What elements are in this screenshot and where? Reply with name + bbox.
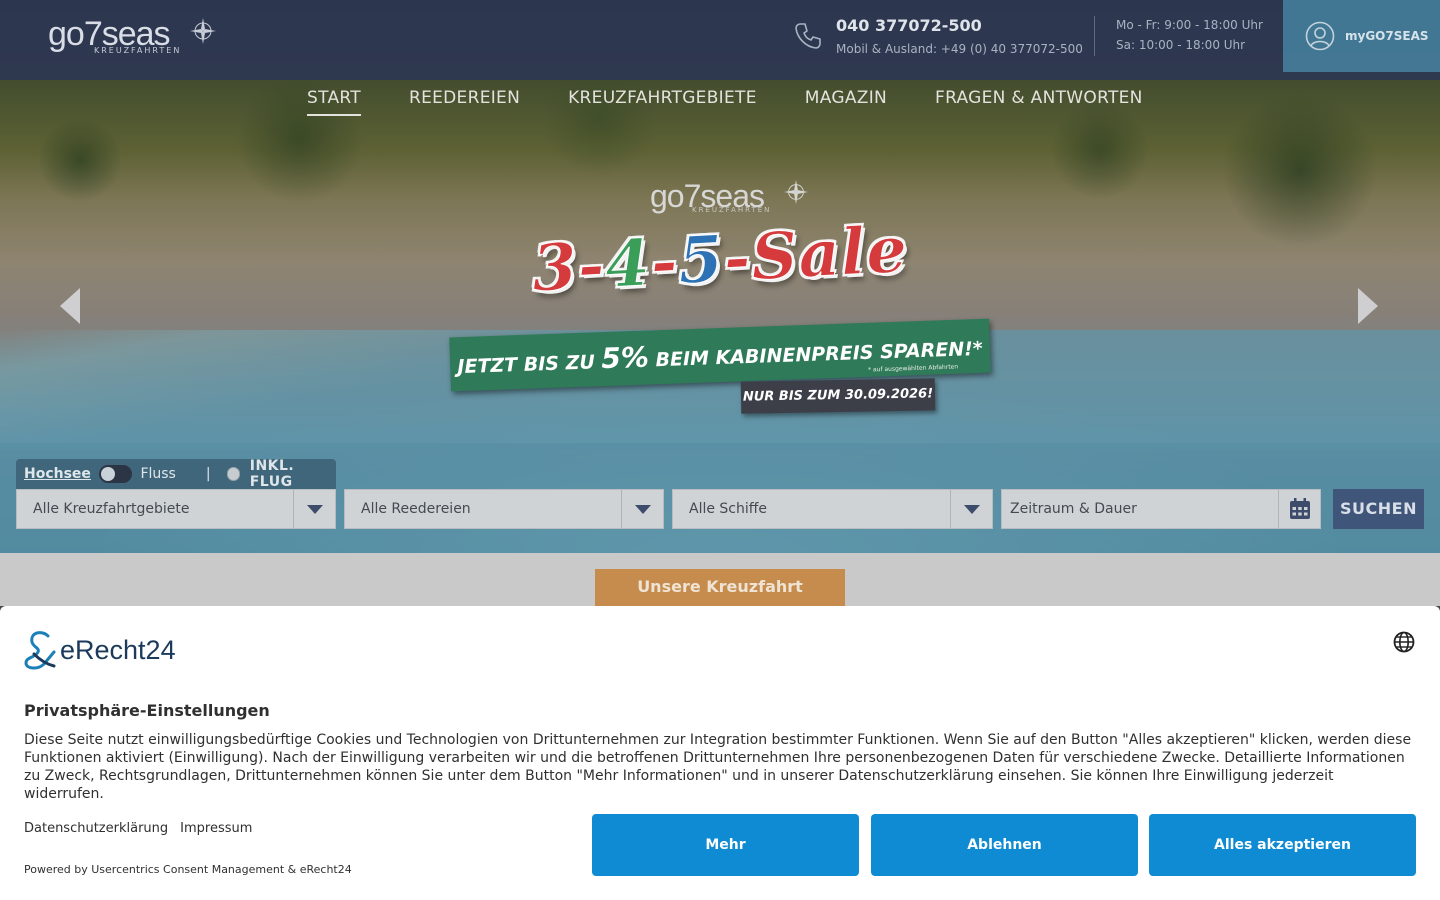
erecht24-logo: eRecht24 <box>24 630 176 670</box>
erecht24-mark-icon <box>24 631 56 670</box>
decline-button[interactable]: Ablehnen <box>871 814 1138 876</box>
account-button[interactable]: myGO7SEAS <box>1283 0 1440 72</box>
mode-river[interactable]: Fluss <box>140 466 175 482</box>
globe-language-icon[interactable] <box>1393 631 1415 653</box>
period-input-placeholder: Zeitraum & Dauer <box>1010 501 1137 517</box>
ship-select[interactable]: Alle Schiffe <box>672 489 993 529</box>
mode-toggle[interactable] <box>98 465 133 483</box>
period-input[interactable]: Zeitraum & Dauer <box>1001 489 1321 529</box>
incl-flight-label[interactable]: INKL. FLUG <box>250 458 336 490</box>
region-select-value: Alle Kreuzfahrtgebiete <box>33 501 190 517</box>
sale-dash: - <box>575 228 608 305</box>
slider-prev-icon[interactable] <box>56 286 84 326</box>
nav-item-faq[interactable]: FRAGEN & ANTWORTEN <box>935 88 1143 116</box>
offers-button[interactable]: Unsere Kreuzfahrt Angebote <box>595 569 845 632</box>
accept-all-button[interactable]: Alles akzeptieren <box>1149 814 1416 876</box>
chevron-down-icon[interactable] <box>621 490 663 528</box>
cruise-line-select-value: Alle Reedereien <box>361 501 471 517</box>
compass-rose-icon <box>784 180 808 204</box>
imprint-link[interactable]: Impressum <box>180 821 252 836</box>
user-icon <box>1305 21 1335 51</box>
main-navigation: START REEDEREIEN KREUZFAHRTGEBIETE MAGAZ… <box>307 88 1191 116</box>
mode-ocean[interactable]: Hochsee <box>24 466 91 482</box>
nav-item-magazin[interactable]: MAGAZIN <box>805 88 887 116</box>
opening-hours-weekday: Mo - Fr: 9:00 - 18:00 Uhr <box>1116 18 1263 32</box>
phone-number[interactable]: 040 377072-500 <box>836 16 982 35</box>
cruise-line-select[interactable]: Alle Reedereien <box>344 489 664 529</box>
chevron-down-icon[interactable] <box>950 490 992 528</box>
sale-digit-5: 5 <box>676 221 726 300</box>
nav-item-start[interactable]: START <box>307 88 361 116</box>
region-select[interactable]: Alle Kreuzfahrtgebiete <box>16 489 336 529</box>
sale-band-pre: JETZT BIS ZU <box>457 351 602 379</box>
search-mode-tabs: Hochsee Fluss | INKL. FLUG <box>16 458 336 490</box>
consent-links: Datenschutzerklärung Impressum <box>24 821 264 836</box>
erecht24-brand: eRecht24 <box>60 634 176 665</box>
slider-next-icon[interactable] <box>1354 286 1382 326</box>
sale-digit-3: 3 <box>530 229 580 307</box>
chevron-down-icon[interactable] <box>293 490 335 528</box>
consent-title: Privatsphäre-Einstellungen <box>24 701 270 720</box>
consent-text: Diese Seite nutzt einwilligungsbedürftig… <box>24 732 1412 802</box>
phone-international[interactable]: Mobil & Ausland: +49 (0) 40 377072-500 <box>836 42 1083 56</box>
search-button[interactable]: SUCHEN <box>1333 489 1424 529</box>
sale-band-percent: 5% <box>600 340 650 376</box>
ship-select-value: Alle Schiffe <box>689 501 768 517</box>
sale-dash: - <box>648 224 681 301</box>
nav-item-reedereien[interactable]: REEDEREIEN <box>409 88 520 116</box>
sale-deadline: NUR BIS ZUM 30.09.2026! <box>740 378 936 414</box>
promo-logo: go7seas KREUZFAHRTEN <box>650 178 808 215</box>
compass-rose-icon <box>190 18 216 44</box>
sale-digit-4: 4 <box>603 225 653 303</box>
opening-hours-saturday: Sa: 10:00 - 18:00 Uhr <box>1116 38 1246 52</box>
nav-item-kreuzfahrtgebiete[interactable]: KREUZFAHRTGEBIETE <box>568 88 757 116</box>
calendar-icon[interactable] <box>1278 490 1320 528</box>
phone-icon <box>795 23 821 49</box>
site-logo[interactable]: go7seas KREUZFAHRTEN <box>48 16 216 55</box>
privacy-policy-link[interactable]: Datenschutzerklärung <box>24 821 168 836</box>
consent-powered-by: Powered by Usercentrics Consent Manageme… <box>24 863 352 876</box>
logo-subtitle: KREUZFAHRTEN <box>94 46 182 55</box>
incl-flight-radio[interactable] <box>226 467 240 481</box>
cookie-consent-dialog: eRecht24 Privatsphäre-Einstellungen Dies… <box>0 606 1440 900</box>
mode-separator: | <box>205 466 211 482</box>
header-divider <box>1094 16 1095 56</box>
more-button[interactable]: Mehr <box>592 814 859 876</box>
sale-word: -Sale <box>721 212 910 298</box>
promo-logo-subtitle: KREUZFAHRTEN <box>692 206 772 214</box>
account-label: myGO7SEAS <box>1345 29 1429 43</box>
